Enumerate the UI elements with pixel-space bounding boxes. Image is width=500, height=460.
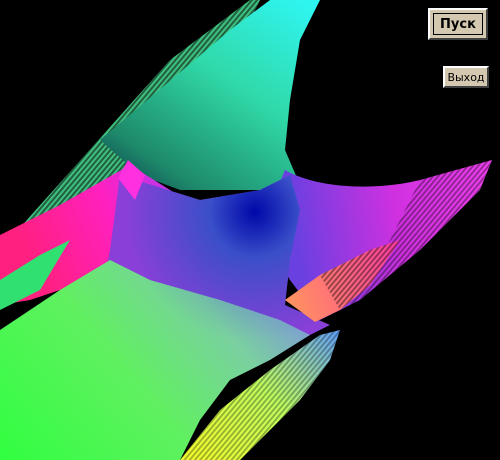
start-button[interactable]: Пуск	[428, 8, 488, 40]
exit-button[interactable]: Выход	[443, 66, 489, 88]
render-canvas	[0, 0, 492, 460]
exit-button-label: Выход	[447, 70, 485, 84]
start-button-focus-frame	[433, 13, 483, 35]
surface-band-top	[100, 0, 320, 190]
